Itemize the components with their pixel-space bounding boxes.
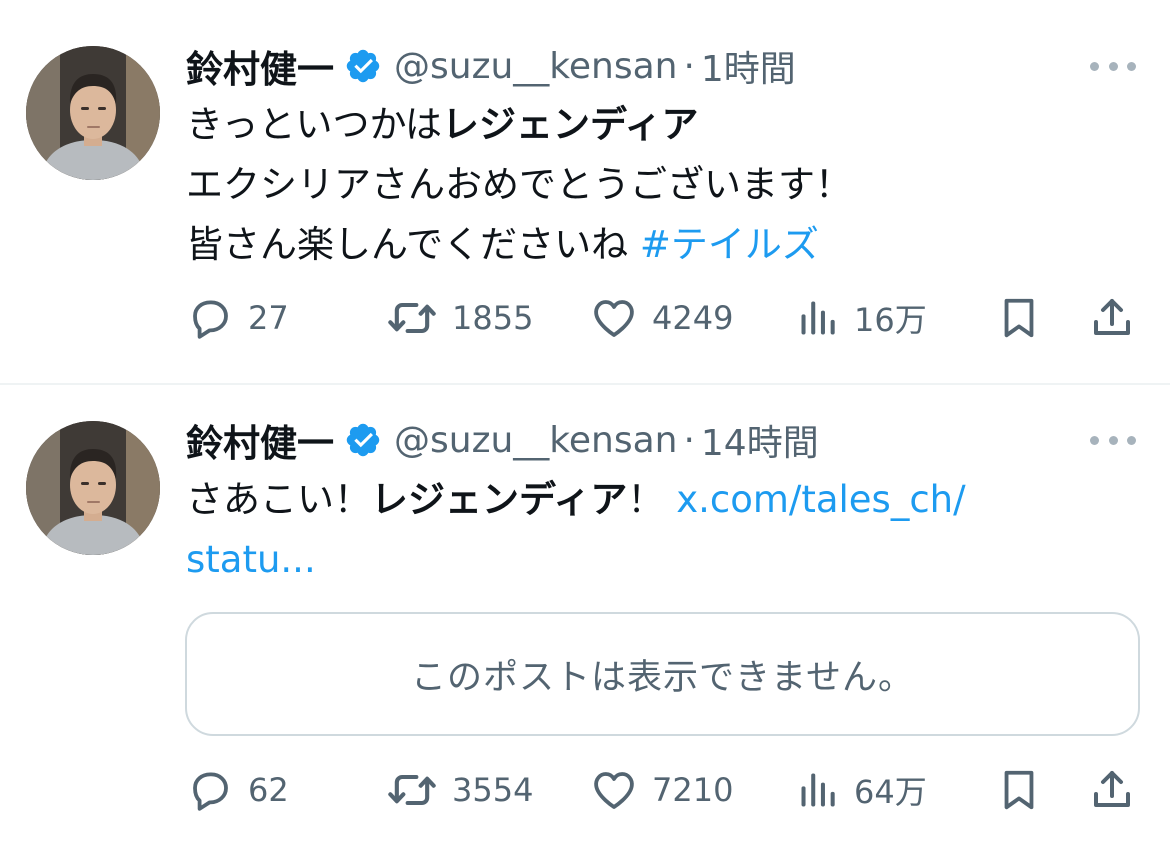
text-bold-segment: レジェンディア bbox=[442, 103, 699, 146]
author-handle[interactable]: @suzu__kensan bbox=[394, 420, 677, 461]
more-icon[interactable] bbox=[1090, 430, 1136, 450]
separator: · bbox=[683, 45, 695, 87]
verified-badge-icon bbox=[344, 421, 382, 459]
author-handle[interactable]: @suzu__kensan bbox=[394, 46, 677, 87]
tweet-text: さあこい！レジェンディア！ x.com/tales_ch/ statu... bbox=[186, 470, 1106, 590]
reply-button[interactable]: 27 bbox=[186, 288, 289, 348]
tweet-text: きっといつかはレジェンディア エクシリアさんおめでとうございます！ 皆さん楽しん… bbox=[186, 95, 1106, 275]
tweet[interactable]: 鈴村健一 @suzu__kensan · 1時間 きっといつかはレジェンディア … bbox=[0, 0, 1170, 383]
more-icon[interactable] bbox=[1090, 56, 1136, 76]
reply-count: 62 bbox=[248, 771, 289, 809]
avatar[interactable] bbox=[26, 46, 160, 180]
tweet-header: 鈴村健一 @suzu__kensan · 14時間 bbox=[186, 413, 819, 467]
url-link[interactable]: x.com/tales_ch/ bbox=[676, 478, 965, 521]
url-link-continued[interactable]: statu... bbox=[186, 538, 316, 581]
timestamp[interactable]: 1時間 bbox=[701, 40, 796, 92]
action-bar: 62 3554 7210 64万 bbox=[0, 760, 1170, 820]
retweet-button[interactable]: 1855 bbox=[386, 288, 533, 348]
timestamp[interactable]: 14時間 bbox=[701, 414, 819, 466]
share-button[interactable] bbox=[1088, 760, 1136, 820]
reply-icon bbox=[186, 766, 234, 814]
reply-button[interactable]: 62 bbox=[186, 760, 289, 820]
retweet-count: 3554 bbox=[452, 771, 534, 809]
views-count: 64万 bbox=[854, 773, 927, 811]
author-name[interactable]: 鈴村健一 bbox=[186, 39, 334, 93]
reply-icon bbox=[186, 294, 234, 342]
bookmark-button[interactable] bbox=[996, 760, 1042, 820]
views-icon bbox=[796, 768, 840, 812]
share-button[interactable] bbox=[1088, 288, 1136, 348]
bookmark-icon bbox=[996, 765, 1042, 815]
views-button[interactable]: 64万 bbox=[796, 760, 927, 820]
views-count: 16万 bbox=[854, 301, 927, 339]
quoted-post-unavailable: このポストは表示できません。 bbox=[185, 612, 1140, 736]
hashtag-link[interactable]: #テイルズ bbox=[640, 223, 819, 266]
like-icon bbox=[590, 294, 638, 342]
unavailable-message: このポストは表示できません。 bbox=[411, 657, 914, 698]
retweet-count: 1855 bbox=[452, 299, 534, 337]
avatar[interactable] bbox=[26, 421, 160, 555]
tweet[interactable]: 鈴村健一 @suzu__kensan · 14時間 さあこい！レジェンディア！ … bbox=[0, 385, 1170, 849]
like-button[interactable]: 7210 bbox=[590, 760, 733, 820]
verified-badge-icon bbox=[344, 47, 382, 85]
text-line: エクシリアさんおめでとうございます！ bbox=[186, 163, 852, 206]
share-icon bbox=[1088, 766, 1136, 814]
avatar-image bbox=[26, 421, 160, 555]
retweet-icon bbox=[386, 764, 438, 816]
text-bold-segment: レジェンディア bbox=[371, 478, 628, 521]
text-segment: ！ bbox=[627, 478, 677, 521]
author-name[interactable]: 鈴村健一 bbox=[186, 413, 334, 467]
like-count: 4249 bbox=[652, 299, 734, 337]
retweet-icon bbox=[386, 292, 438, 344]
text-segment: きっといつかは bbox=[186, 103, 443, 146]
like-button[interactable]: 4249 bbox=[590, 288, 733, 348]
text-segment: 皆さん楽しんでくださいね bbox=[186, 223, 640, 266]
share-icon bbox=[1088, 294, 1136, 342]
action-bar: 27 1855 4249 16万 bbox=[0, 288, 1170, 348]
bookmark-button[interactable] bbox=[996, 288, 1042, 348]
reply-count: 27 bbox=[248, 299, 289, 337]
bookmark-icon bbox=[996, 293, 1042, 343]
retweet-button[interactable]: 3554 bbox=[386, 760, 533, 820]
like-count: 7210 bbox=[652, 771, 734, 809]
text-segment: さあこい！ bbox=[186, 478, 371, 521]
views-button[interactable]: 16万 bbox=[796, 288, 927, 348]
tweet-header: 鈴村健一 @suzu__kensan · 1時間 bbox=[186, 39, 796, 93]
views-icon bbox=[796, 296, 840, 340]
separator: · bbox=[683, 419, 695, 461]
like-icon bbox=[590, 766, 638, 814]
avatar-image bbox=[26, 46, 160, 180]
